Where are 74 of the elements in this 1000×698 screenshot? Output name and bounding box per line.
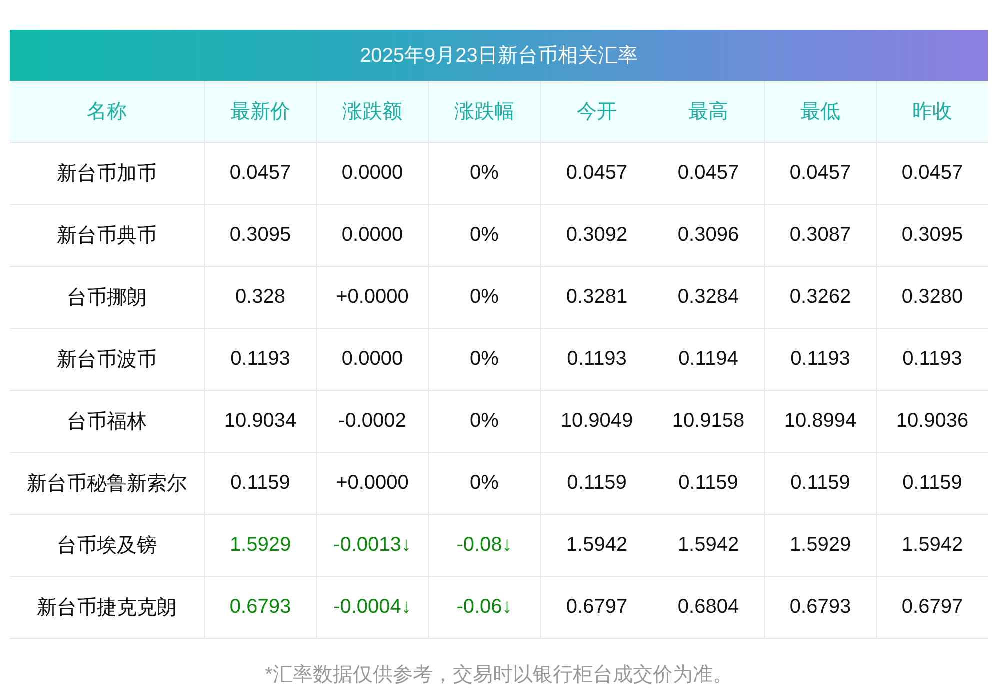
table-cell: 0.1193: [765, 329, 877, 390]
table-cell: 台币埃及镑: [10, 515, 205, 576]
table-cell: +0.0000: [317, 267, 429, 328]
column-header: 涨跌额: [317, 81, 429, 142]
column-header: 最新价: [205, 81, 317, 142]
table-cell-text: 0.3280: [900, 285, 964, 310]
column-header: 最低: [765, 81, 877, 142]
column-header: 名称: [10, 81, 205, 142]
table-cell-text: 0.3095: [900, 223, 964, 248]
disclaimer-note: *汇率数据仅供参考，交易时以银行柜台成交价为准。: [264, 663, 734, 688]
table-cell-text: 0.6797: [565, 595, 629, 620]
column-header: 昨收: [912, 100, 954, 125]
table-cell: 10.8994: [765, 391, 877, 452]
table-cell-text: 0.1159: [566, 471, 628, 496]
table-cell: 0.6793: [205, 577, 317, 638]
table-cell: 1.5929: [765, 515, 877, 576]
table-cell: 0.3087: [765, 205, 877, 266]
table-cell: 0.6804: [653, 577, 765, 638]
table-cell: 新台币波币: [10, 329, 205, 390]
column-header: 涨跌幅: [429, 81, 541, 142]
table-cell: -0.08↓: [429, 515, 541, 576]
table-cell: 0%: [429, 329, 541, 390]
table-cell: 0.1159: [765, 453, 877, 514]
table-cell: -0.06↓: [429, 577, 541, 638]
table-cell: 0.0000: [317, 205, 429, 266]
table-cell: 新台币捷克克朗: [10, 577, 205, 638]
table-cell-text: 10.9049: [560, 409, 634, 434]
table-cell: 0.0457: [653, 143, 765, 204]
table-cell: 0.3262: [765, 267, 877, 328]
table-cell-text: 10.9036: [895, 409, 970, 434]
table-cell-text: 1.5942: [900, 533, 964, 558]
table-cell: 0.1194: [653, 329, 765, 390]
table-cell-text: 0.3092: [565, 223, 629, 248]
table-cell: 0.1159: [205, 453, 317, 514]
table-cell: 0.328: [205, 267, 317, 328]
table-cell: 0%: [429, 205, 541, 266]
table-cell-text: 0.1159: [902, 471, 964, 496]
table-cell-text: 0.6797: [900, 595, 964, 620]
table-cell: -0.0013↓: [317, 515, 429, 576]
table-cell: 0.0000: [317, 329, 429, 390]
table-cell: +0.0000: [317, 453, 429, 514]
table-cell: 0%: [429, 453, 541, 514]
table-cell: 新台币典币: [10, 205, 205, 266]
table-cell-text: 0.1193: [566, 347, 628, 372]
table-cell: 0.3096: [653, 205, 765, 266]
table-cell: 台币挪朗: [10, 267, 205, 328]
table-cell-text: 0.0457: [900, 161, 964, 186]
table-cell: 0.1193: [205, 329, 317, 390]
table-cell: 0.0457: [205, 143, 317, 204]
table-cell-text: 0.1193: [902, 347, 964, 372]
table-cell: 0%: [429, 391, 541, 452]
table-cell: 10.9158: [653, 391, 765, 452]
column-header: 最高: [653, 81, 765, 142]
table-cell: 新台币秘鲁新索尔: [10, 453, 205, 514]
table-cell: 0.0457: [765, 143, 877, 204]
table-cell: 0.3095: [205, 205, 317, 266]
table-cell: 0%: [429, 267, 541, 328]
table-cell: 0.0000: [317, 143, 429, 204]
table-cell: 0.6793: [765, 577, 877, 638]
table-cell-text: 0.3281: [565, 285, 629, 310]
table-cell: 1.5942: [653, 515, 765, 576]
table-cell: 台币福林: [10, 391, 205, 452]
table-cell: -0.0004↓: [317, 577, 429, 638]
table-cell: 0.3284: [653, 267, 765, 328]
table-cell: 10.9034: [205, 391, 317, 452]
table-cell-text: 1.5942: [565, 533, 629, 558]
column-header: 今开: [576, 100, 618, 125]
table-title: 2025年9月23日新台币相关汇率: [10, 30, 988, 81]
table-cell: 新台币加币: [10, 143, 205, 204]
table-cell: 0%: [429, 143, 541, 204]
table-cell: 1.5929: [205, 515, 317, 576]
table-cell: 0.1159: [653, 453, 765, 514]
table-cell-text: 0.0457: [565, 161, 629, 186]
table-cell: -0.0002: [317, 391, 429, 452]
